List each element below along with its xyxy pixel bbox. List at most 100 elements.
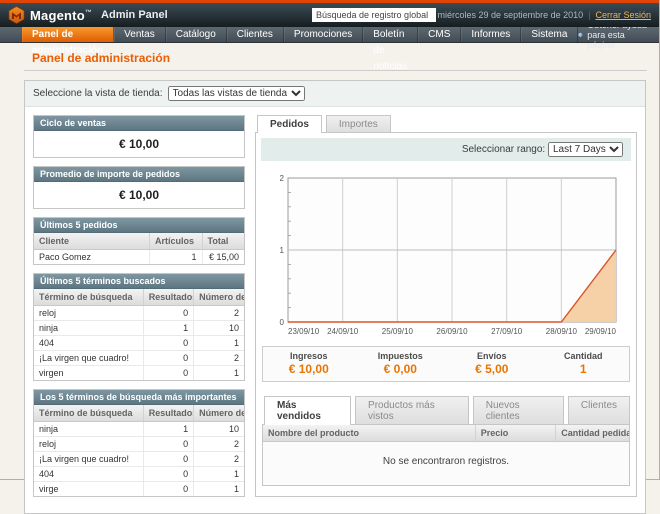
table-row[interactable]: ¡La virgen que cuadro!02 bbox=[34, 452, 244, 467]
table-row[interactable]: Paco Gomez1€ 15,00 bbox=[34, 250, 244, 265]
dashboard-container: Seleccione la vista de tienda: Todas las… bbox=[24, 80, 646, 514]
table-cell: ninja bbox=[34, 321, 143, 336]
table-row[interactable]: ¡La virgen que cuadro!02 bbox=[34, 351, 244, 366]
table-cell: Paco Gomez bbox=[34, 250, 150, 265]
stat-value: € 0,00 bbox=[355, 362, 447, 376]
table-cell: 0 bbox=[143, 336, 193, 351]
grid-tab-nuevos-clientes[interactable]: Nuevos clientes bbox=[473, 396, 564, 424]
empty-row: No se encontraron registros. bbox=[263, 442, 629, 486]
table-cell: virgen bbox=[34, 366, 143, 381]
table-cell: 0 bbox=[143, 366, 193, 381]
nav-item-ventas[interactable]: Ventas bbox=[114, 27, 166, 42]
table-row[interactable]: ninja110 bbox=[34, 422, 244, 437]
table-cell: 0 bbox=[143, 482, 193, 497]
table-row[interactable]: virge01 bbox=[34, 482, 244, 497]
help-globe-icon bbox=[578, 30, 583, 40]
column-header: Número de usos bbox=[194, 289, 244, 306]
table-row[interactable]: 40401 bbox=[34, 467, 244, 482]
table-cell: virge bbox=[34, 482, 143, 497]
nav-item-sistema[interactable]: Sistema bbox=[521, 27, 578, 42]
column-header: Resultados bbox=[143, 405, 193, 422]
table-row[interactable]: 40401 bbox=[34, 336, 244, 351]
stat-label: Ingresos bbox=[263, 351, 355, 361]
store-switcher-label: Seleccione la vista de tienda: bbox=[33, 88, 163, 99]
last-orders-title: Últimos 5 pedidos bbox=[34, 218, 244, 233]
column-header: Cliente bbox=[34, 233, 150, 250]
table-cell: 0 bbox=[143, 437, 193, 452]
current-date: miércoles 29 de septiembre de 2010 bbox=[438, 10, 584, 20]
table-cell: ¡La virgen que cuadro! bbox=[34, 452, 143, 467]
nav-item-informes[interactable]: Informes bbox=[461, 27, 521, 42]
table-row[interactable]: reloj02 bbox=[34, 437, 244, 452]
nav-item-panel-de-administracion[interactable]: Panel de administración bbox=[22, 27, 114, 42]
top-search-terms-table: Término de búsquedaResultadosNúmero de u… bbox=[34, 405, 244, 496]
nav-item-boletin-de-noticias[interactable]: Boletín de noticias bbox=[363, 27, 418, 42]
grid-tab-clientes[interactable]: Clientes bbox=[568, 396, 630, 424]
column-header: Resultados bbox=[143, 289, 193, 306]
stat-impuestos: Impuestos€ 0,00 bbox=[355, 351, 447, 376]
table-cell: 1 bbox=[194, 336, 244, 351]
average-orders-value: € 10,00 bbox=[34, 182, 244, 208]
column-header: Término de búsqueda bbox=[34, 405, 143, 422]
chart-tab-pedidos[interactable]: Pedidos bbox=[257, 115, 322, 133]
chart-tabs: PedidosImportes bbox=[255, 115, 637, 132]
last-orders-table: ClienteArtículosTotalPaco Gomez1€ 15,00 bbox=[34, 233, 244, 264]
table-cell: ¡La virgen que cuadro! bbox=[34, 351, 143, 366]
svg-text:26/09/10: 26/09/10 bbox=[436, 327, 468, 336]
global-search-input[interactable] bbox=[312, 8, 436, 22]
stat-ingresos: Ingresos€ 10,00 bbox=[263, 351, 355, 376]
last-search-terms-title: Últimos 5 términos buscados bbox=[34, 274, 244, 289]
empty-message: No se encontraron registros. bbox=[263, 442, 629, 486]
magento-logo-icon bbox=[8, 6, 25, 24]
range-select[interactable]: Last 7 Days bbox=[548, 142, 623, 157]
magento-logo: Magento™ Admin Panel bbox=[8, 6, 168, 24]
table-cell: 2 bbox=[194, 437, 244, 452]
table-cell: ninja bbox=[34, 422, 143, 437]
admin-header: Magento™ Admin Panel Accedió como apardo… bbox=[0, 3, 659, 27]
table-cell: 404 bbox=[34, 336, 143, 351]
orders-chart-wrap: 01223/09/1024/09/1025/09/1026/09/1027/09… bbox=[256, 166, 636, 338]
grid-tab-productos-mas-vistos[interactable]: Productos más vistos bbox=[355, 396, 469, 424]
table-cell: 0 bbox=[143, 306, 193, 321]
table-cell: reloj bbox=[34, 306, 143, 321]
stat-label: Envíos bbox=[446, 351, 538, 361]
store-view-select[interactable]: Todas las vistas de tienda bbox=[168, 86, 305, 101]
svg-text:28/09/10: 28/09/10 bbox=[546, 327, 578, 336]
grid-tab-mas-vendidos[interactable]: Más vendidos bbox=[264, 396, 351, 425]
stat-value: € 10,00 bbox=[263, 362, 355, 376]
last-search-terms-table: Término de búsquedaResultadosNúmero de u… bbox=[34, 289, 244, 380]
nav-item-promociones[interactable]: Promociones bbox=[284, 27, 363, 42]
table-cell: 0 bbox=[143, 467, 193, 482]
stat-cantidad: Cantidad1 bbox=[538, 351, 630, 376]
table-row[interactable]: virgen01 bbox=[34, 366, 244, 381]
table-cell: reloj bbox=[34, 437, 143, 452]
top-search-terms-title: Los 5 términos de búsqueda más important… bbox=[34, 390, 244, 405]
table-cell: 0 bbox=[143, 452, 193, 467]
nav-item-catalogo[interactable]: Catálogo bbox=[166, 27, 227, 42]
help-link[interactable]: Obtener ayuda para esta página bbox=[578, 27, 659, 42]
lifetime-sales-value: € 10,00 bbox=[34, 131, 244, 157]
nav-item-clientes[interactable]: Clientes bbox=[227, 27, 284, 42]
nav-item-cms[interactable]: CMS bbox=[418, 27, 461, 42]
table-cell: € 15,00 bbox=[202, 250, 244, 265]
grid-tabs: Más vendidosProductos más vistosNuevos c… bbox=[262, 396, 630, 424]
table-cell: 404 bbox=[34, 467, 143, 482]
table-row[interactable]: ninja110 bbox=[34, 321, 244, 336]
svg-text:0: 0 bbox=[280, 318, 285, 327]
column-header: Total bbox=[202, 233, 244, 250]
stat-label: Cantidad bbox=[538, 351, 630, 361]
logout-link[interactable]: Cerrar Sesión bbox=[595, 10, 651, 20]
table-cell: 2 bbox=[194, 452, 244, 467]
chart-tab-importes[interactable]: Importes bbox=[326, 115, 391, 132]
table-cell: 2 bbox=[194, 306, 244, 321]
column-header: Número de usos bbox=[194, 405, 244, 422]
table-cell: 0 bbox=[143, 351, 193, 366]
column-header: Artículos bbox=[150, 233, 203, 250]
svg-text:23/09/10: 23/09/10 bbox=[288, 327, 320, 336]
table-cell: 1 bbox=[150, 250, 203, 265]
table-row[interactable]: reloj02 bbox=[34, 306, 244, 321]
main-nav: Panel de administraciónVentasCatálogoCli… bbox=[0, 27, 659, 43]
range-bar: Seleccionar rango: Last 7 Days bbox=[261, 138, 631, 161]
table-cell: 1 bbox=[143, 422, 193, 437]
title-divider bbox=[24, 70, 647, 71]
